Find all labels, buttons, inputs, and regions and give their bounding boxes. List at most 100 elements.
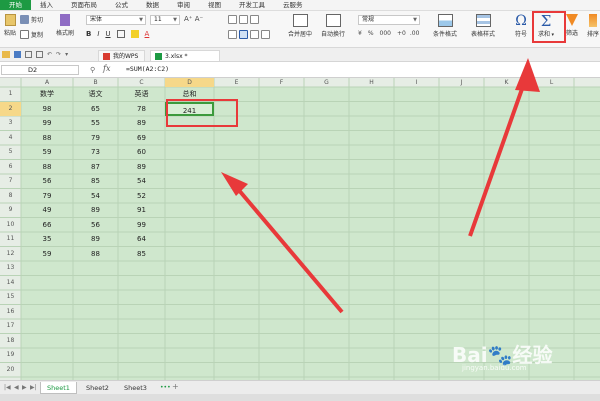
data-cell[interactable]: 65 — [73, 102, 118, 117]
next-sheet-icon[interactable]: ▶ — [22, 384, 27, 391]
row-header-4[interactable]: 4 — [0, 131, 21, 146]
data-cell[interactable]: 49 — [21, 203, 73, 218]
row-header-2[interactable]: 2 — [0, 101, 21, 116]
data-cell[interactable]: 54 — [118, 174, 165, 189]
row-header-18[interactable]: 18 — [0, 334, 21, 349]
menu-tab-2[interactable]: 页面布局 — [62, 0, 106, 10]
data-cell[interactable]: 88 — [21, 160, 73, 175]
header-cell[interactable]: 数学 — [21, 87, 73, 102]
data-cell[interactable]: 88 — [21, 131, 73, 146]
menu-tab-0[interactable]: 开始 — [0, 0, 31, 10]
data-cell[interactable]: 98 — [21, 102, 73, 117]
data-cell[interactable]: 99 — [21, 116, 73, 131]
row-header-13[interactable]: 13 — [0, 261, 21, 276]
format-painter-button[interactable]: 格式刷 — [54, 14, 76, 37]
cut-button[interactable]: 剪切 — [20, 15, 43, 24]
menu-tab-5[interactable]: 审阅 — [168, 0, 199, 10]
menu-tab-4[interactable]: 数据 — [137, 0, 168, 10]
menu-tab-1[interactable]: 插入 — [31, 0, 62, 10]
column-header-G[interactable]: G — [304, 78, 349, 87]
data-cell[interactable]: 78 — [118, 102, 165, 117]
row-header-3[interactable]: 3 — [0, 116, 21, 131]
data-cell[interactable]: 56 — [73, 218, 118, 233]
doc-tab-mywps[interactable]: 我的WPS — [98, 50, 146, 61]
column-header-D[interactable]: D — [165, 78, 214, 87]
fx-icon[interactable]: fx — [103, 64, 110, 73]
column-header-K[interactable]: K — [484, 78, 529, 87]
font-name-select[interactable]: 宋体 ▼ — [86, 15, 146, 25]
number-format-select[interactable]: 常规 ▼ — [358, 15, 420, 25]
data-cell[interactable]: 73 — [73, 145, 118, 160]
column-header-B[interactable]: B — [73, 78, 118, 87]
conditional-format-button[interactable]: 条件格式 — [430, 14, 460, 38]
formula-input[interactable]: =SUM(A2:C2) — [126, 65, 169, 73]
doc-tab-file[interactable]: 3.xlsx * — [150, 50, 220, 61]
last-sheet-icon[interactable]: ▶| — [30, 384, 37, 391]
column-header-I[interactable]: I — [394, 78, 439, 87]
wrap-text-button[interactable]: 自动换行 — [318, 14, 348, 38]
data-cell[interactable]: 79 — [21, 189, 73, 204]
data-cell[interactable]: 69 — [118, 131, 165, 146]
menu-tab-8[interactable]: 云服务 — [274, 0, 312, 10]
data-cell[interactable]: 35 — [21, 232, 73, 247]
merge-center-button[interactable]: 合并居中 — [286, 14, 314, 38]
data-cell[interactable]: 89 — [73, 232, 118, 247]
data-cell[interactable]: 85 — [73, 174, 118, 189]
data-cell[interactable]: 66 — [21, 218, 73, 233]
data-cell[interactable]: 64 — [118, 232, 165, 247]
font-grow-buttons[interactable]: A⁺ A⁻ — [184, 15, 203, 23]
menu-tab-6[interactable]: 视图 — [199, 0, 230, 10]
row-header-5[interactable]: 5 — [0, 145, 21, 160]
data-cell[interactable]: 59 — [21, 145, 73, 160]
sheet-tab-1[interactable]: Sheet1 — [40, 382, 77, 394]
paste-button[interactable]: 粘贴 — [2, 14, 18, 37]
data-cell[interactable]: 79 — [73, 131, 118, 146]
row-header-17[interactable]: 17 — [0, 319, 21, 334]
spreadsheet-grid[interactable]: A B C D E F G H I J K L 1 2 3 4 5 6 7 8 9 10 11 12 13 14 15 16 17 18 1… — [0, 78, 600, 380]
data-cell[interactable]: 89 — [73, 203, 118, 218]
menu-tab-7[interactable]: 开发工具 — [230, 0, 274, 10]
symbol-button[interactable]: Ω 符号 — [512, 14, 530, 39]
search-icon[interactable]: ⚲ — [90, 66, 95, 74]
data-cell[interactable]: 60 — [118, 145, 165, 160]
row-header-1[interactable]: 1 — [0, 87, 21, 102]
sort-button[interactable]: 排序 — [584, 14, 600, 38]
column-header-F[interactable]: F — [259, 78, 304, 87]
quick-access-toolbar[interactable]: ↶ ↷ ▾ — [2, 51, 68, 58]
row-header-11[interactable]: 11 — [0, 232, 21, 247]
data-cell[interactable]: 88 — [73, 247, 118, 262]
align-top-buttons[interactable] — [228, 15, 261, 24]
data-cell[interactable]: 52 — [118, 189, 165, 204]
row-header-14[interactable]: 14 — [0, 276, 21, 291]
data-cell[interactable]: 55 — [73, 116, 118, 131]
row-header-8[interactable]: 8 — [0, 189, 21, 204]
data-cell[interactable]: 99 — [118, 218, 165, 233]
prev-sheet-icon[interactable]: ◀ — [14, 384, 19, 391]
font-style-buttons[interactable]: B I U A — [86, 30, 149, 38]
column-header-E[interactable]: E — [214, 78, 259, 87]
data-cell[interactable]: 91 — [118, 203, 165, 218]
row-header-12[interactable]: 12 — [0, 247, 21, 262]
row-header-6[interactable]: 6 — [0, 160, 21, 175]
font-size-select[interactable]: 11 ▼ — [150, 15, 180, 25]
row-header-9[interactable]: 9 — [0, 203, 21, 218]
row-header-7[interactable]: 7 — [0, 174, 21, 189]
more-sheets-icon[interactable]: ••• — [160, 384, 171, 391]
header-cell[interactable]: 语文 — [73, 87, 118, 102]
data-cell[interactable]: 87 — [73, 160, 118, 175]
data-cell[interactable]: 54 — [73, 189, 118, 204]
data-cell[interactable]: 56 — [21, 174, 73, 189]
row-header-19[interactable]: 19 — [0, 348, 21, 363]
menu-tab-3[interactable]: 公式 — [106, 0, 137, 10]
first-sheet-icon[interactable]: |◀ — [4, 384, 11, 391]
column-header-L[interactable]: L — [529, 78, 574, 87]
data-cell[interactable]: 89 — [118, 116, 165, 131]
sheet-tab-3[interactable]: Sheet3 — [118, 382, 153, 394]
data-cell[interactable]: 59 — [21, 247, 73, 262]
name-box[interactable]: D2 — [1, 65, 79, 75]
data-cell[interactable]: 85 — [118, 247, 165, 262]
row-header-20[interactable]: 20 — [0, 363, 21, 378]
column-header-H[interactable]: H — [349, 78, 394, 87]
column-header-A[interactable]: A — [21, 78, 73, 87]
column-header-J[interactable]: J — [439, 78, 484, 87]
